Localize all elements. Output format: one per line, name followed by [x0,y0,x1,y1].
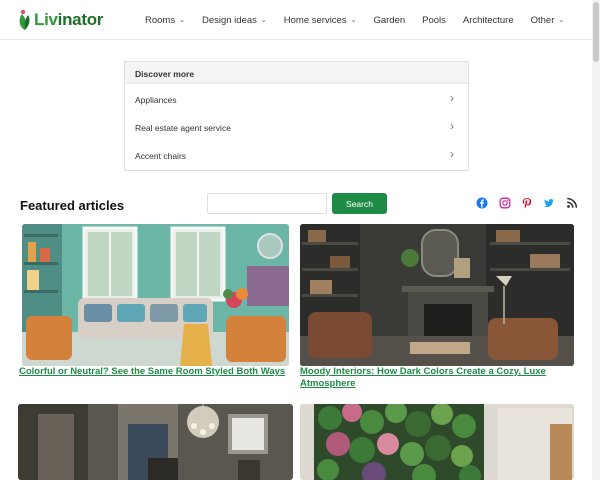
main-nav: Rooms ⌄ Design ideas ⌄ Home services ⌄ Gard… [145,0,564,40]
nav-item-home-services[interactable]: Home services ⌄ [284,15,357,26]
nav-item-design-ideas[interactable]: Design ideas ⌄ [202,15,267,26]
featured-articles-heading: Featured articles [20,198,125,213]
article-title[interactable]: Moody Interiors: How Dark Colors Create … [300,366,574,390]
site-header: Livinator Rooms ⌄ Design ideas ⌄ Home serv… [0,0,600,40]
discover-item-appliances[interactable]: Appliances › [125,85,468,113]
instagram-icon[interactable] [499,197,511,209]
search-button[interactable]: Search [332,193,387,214]
chevron-right-icon: › [450,119,454,133]
nav-item-other[interactable]: Other ⌄ [531,15,565,26]
chevron-down-icon: ⌄ [260,17,267,24]
nav-item-rooms[interactable]: Rooms ⌄ [145,15,185,26]
article-image-moody-interior[interactable] [300,224,574,366]
chevron-down-icon: ⌄ [350,17,357,24]
chevron-down-icon: ⌄ [558,17,565,24]
nav-item-pools[interactable]: Pools [422,15,446,26]
article-image-chandelier-room[interactable] [18,404,293,480]
scrollbar-thumb[interactable] [593,2,599,62]
search-input[interactable] [207,193,327,214]
discover-more-title: Discover more [125,62,468,84]
chevron-right-icon: › [450,147,454,161]
facebook-icon[interactable] [476,197,488,209]
page-scrollbar[interactable] [592,0,600,480]
nav-item-architecture[interactable]: Architecture [463,15,514,26]
twitter-icon[interactable] [543,197,555,209]
rss-icon[interactable] [566,197,578,209]
nav-item-garden[interactable]: Garden [373,15,405,26]
logo-leaf-icon [19,9,30,30]
discover-item-real-estate[interactable]: Real estate agent service › [125,113,468,141]
logo-text: Livinator [34,10,104,29]
article-image-colorful-room[interactable] [22,224,289,366]
chevron-right-icon: › [450,91,454,105]
article-title[interactable]: Colorful or Neutral? See the Same Room S… [19,366,291,378]
pinterest-icon[interactable] [521,197,533,209]
article-image-plant-wall[interactable] [300,404,574,480]
site-logo[interactable]: Livinator [17,8,103,32]
discover-item-accent-chairs[interactable]: Accent chairs › [125,141,468,169]
chevron-down-icon: ⌄ [179,17,185,24]
discover-more-panel: Discover more Appliances › Real estate a… [124,61,469,171]
